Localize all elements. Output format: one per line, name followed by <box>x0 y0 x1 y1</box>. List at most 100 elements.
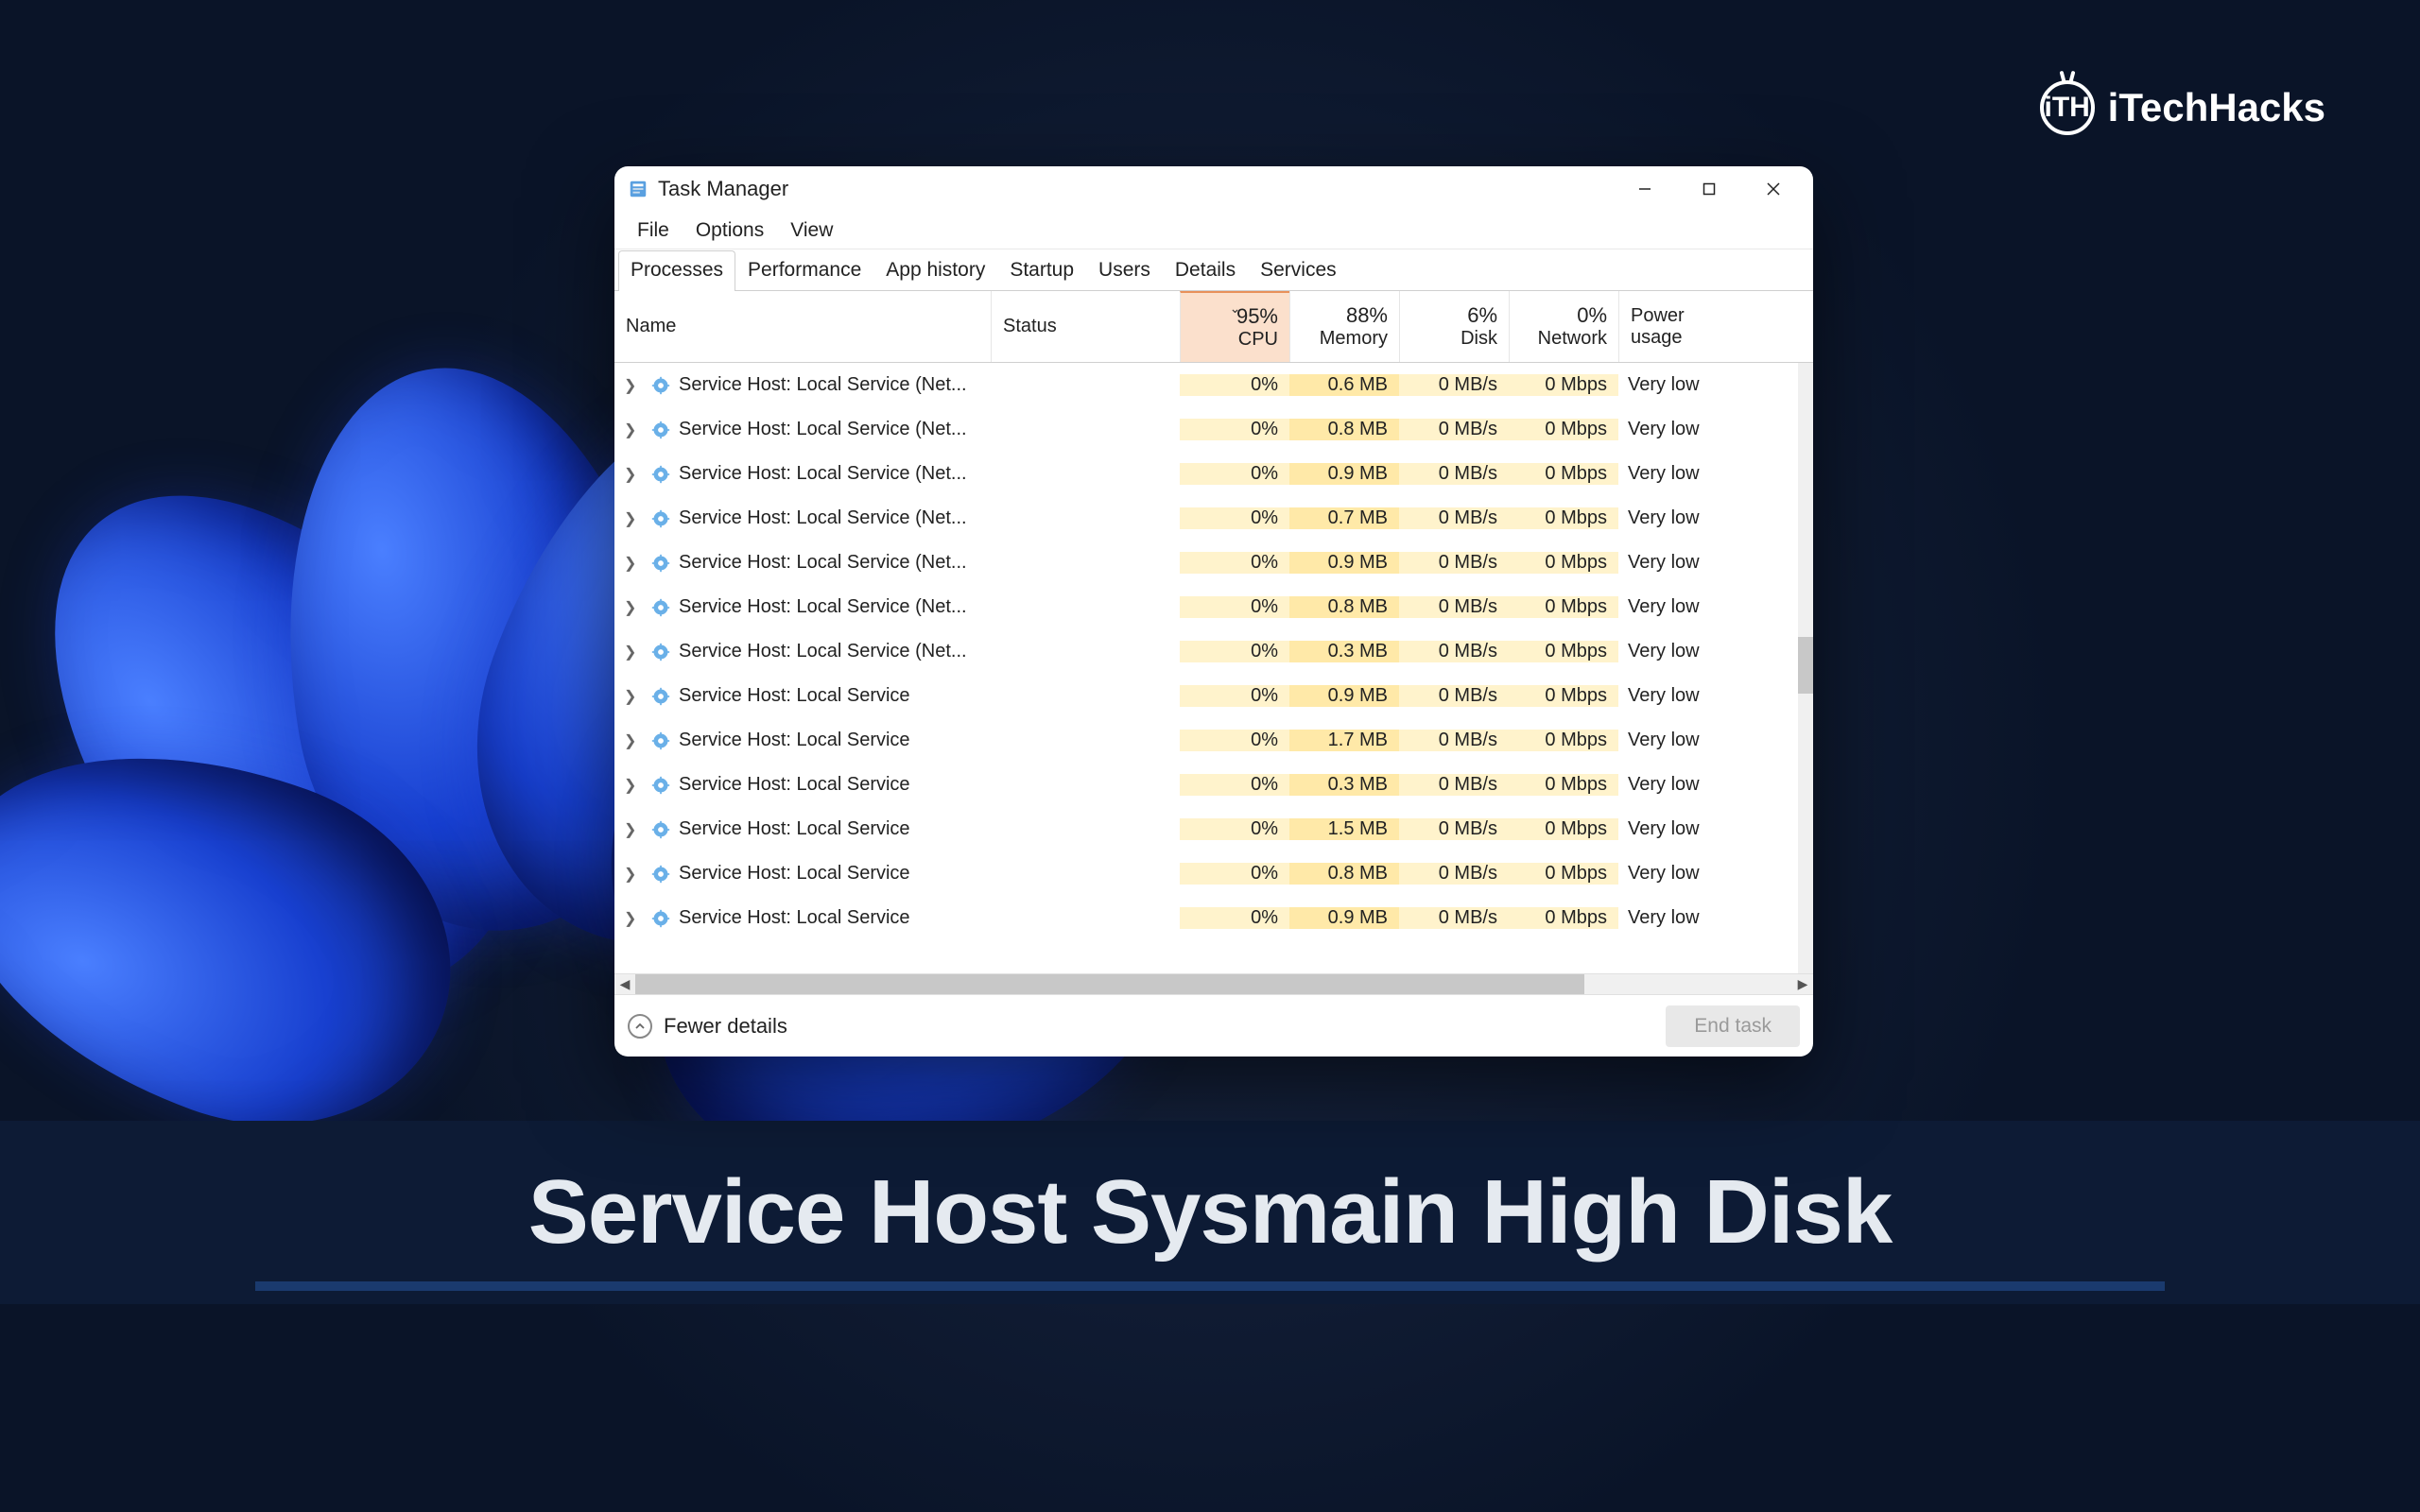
tab-details[interactable]: Details <box>1163 250 1248 291</box>
table-row[interactable]: ❯Service Host: Local Service (Net...0%0.… <box>614 496 1813 541</box>
tab-startup[interactable]: Startup <box>997 250 1086 291</box>
cell-network: 0 Mbps <box>1509 907 1618 929</box>
cell-memory: 0.8 MB <box>1289 863 1399 885</box>
cell-disk: 0 MB/s <box>1399 552 1509 574</box>
window-title: Task Manager <box>658 177 788 201</box>
table-row[interactable]: ❯Service Host: Local Service (Net...0%0.… <box>614 541 1813 585</box>
caption-bar: Service Host Sysmain High Disk <box>0 1121 2420 1304</box>
cell-network: 0 Mbps <box>1509 419 1618 440</box>
menu-options[interactable]: Options <box>683 214 777 248</box>
table-row[interactable]: ❯Service Host: Local Service (Net...0%0.… <box>614 407 1813 452</box>
cell-cpu: 0% <box>1180 818 1289 840</box>
cell-memory: 0.9 MB <box>1289 463 1399 485</box>
cell-disk: 0 MB/s <box>1399 463 1509 485</box>
cell-cpu: 0% <box>1180 685 1289 707</box>
gear-icon <box>650 730 671 751</box>
expand-icon[interactable]: ❯ <box>624 376 643 395</box>
cell-memory: 0.8 MB <box>1289 596 1399 618</box>
minimize-button[interactable] <box>1613 170 1677 208</box>
col-name[interactable]: Name <box>614 291 991 362</box>
vertical-scrollbar[interactable] <box>1798 363 1813 973</box>
cell-power: Very low <box>1618 374 1741 396</box>
tab-performance[interactable]: Performance <box>735 250 873 291</box>
gear-icon <box>650 819 671 840</box>
tab-users[interactable]: Users <box>1086 250 1163 291</box>
table-row[interactable]: ❯Service Host: Local Service (Net...0%0.… <box>614 585 1813 629</box>
col-power[interactable]: Power usage <box>1618 291 1741 362</box>
scrollbar-thumb[interactable] <box>1798 637 1813 694</box>
expand-icon[interactable]: ❯ <box>624 598 643 617</box>
expand-icon[interactable]: ❯ <box>624 909 643 928</box>
cell-cpu: 0% <box>1180 463 1289 485</box>
app-icon <box>628 179 648 199</box>
col-disk[interactable]: 6% Disk <box>1399 291 1509 362</box>
scroll-left-icon[interactable]: ◀ <box>614 976 635 992</box>
menu-view[interactable]: View <box>777 214 846 248</box>
expand-icon[interactable]: ❯ <box>624 421 643 439</box>
expand-icon[interactable]: ❯ <box>624 776 643 795</box>
cell-cpu: 0% <box>1180 907 1289 929</box>
tab-processes[interactable]: Processes <box>618 250 735 291</box>
table-row[interactable]: ❯Service Host: Local Service0%0.3 MB0 MB… <box>614 763 1813 807</box>
sort-indicator-icon: ⌄ <box>1230 301 1241 317</box>
col-status[interactable]: Status <box>991 291 1180 362</box>
table-row[interactable]: ❯Service Host: Local Service (Net...0%0.… <box>614 363 1813 407</box>
process-name: Service Host: Local Service (Net... <box>679 552 967 574</box>
gear-icon <box>650 420 671 440</box>
expand-icon[interactable]: ❯ <box>624 509 643 528</box>
end-task-button[interactable]: End task <box>1666 1005 1800 1047</box>
tab-services[interactable]: Services <box>1248 250 1349 291</box>
cell-network: 0 Mbps <box>1509 685 1618 707</box>
titlebar[interactable]: Task Manager <box>614 166 1813 212</box>
table-row[interactable]: ❯Service Host: Local Service0%1.7 MB0 MB… <box>614 718 1813 763</box>
tab-app-history[interactable]: App history <box>873 250 997 291</box>
horizontal-scrollbar[interactable]: ◀ ▶ <box>614 973 1813 994</box>
col-network[interactable]: 0% Network <box>1509 291 1618 362</box>
maximize-button[interactable] <box>1677 170 1741 208</box>
table-row[interactable]: ❯Service Host: Local Service0%0.9 MB0 MB… <box>614 674 1813 718</box>
caption-underline <box>255 1281 2165 1291</box>
col-cpu[interactable]: ⌄ 95% CPU <box>1180 291 1289 362</box>
expand-icon[interactable]: ❯ <box>624 554 643 573</box>
expand-icon[interactable]: ❯ <box>624 820 643 839</box>
window-footer: Fewer details End task <box>614 994 1813 1057</box>
cell-cpu: 0% <box>1180 596 1289 618</box>
cell-network: 0 Mbps <box>1509 596 1618 618</box>
process-name: Service Host: Local Service <box>679 907 910 929</box>
cell-network: 0 Mbps <box>1509 507 1618 529</box>
scrollbar-thumb[interactable] <box>635 974 1584 994</box>
expand-icon[interactable]: ❯ <box>624 731 643 750</box>
cell-network: 0 Mbps <box>1509 730 1618 751</box>
table-row[interactable]: ❯Service Host: Local Service0%0.8 MB0 MB… <box>614 851 1813 896</box>
process-table: Name Status ⌄ 95% CPU 88% Memory 6% Disk… <box>614 291 1813 994</box>
gear-icon <box>650 597 671 618</box>
cell-disk: 0 MB/s <box>1399 863 1509 885</box>
gear-icon <box>650 686 671 707</box>
gear-icon <box>650 642 671 662</box>
expand-icon[interactable]: ❯ <box>624 687 643 706</box>
table-header: Name Status ⌄ 95% CPU 88% Memory 6% Disk… <box>614 291 1813 363</box>
process-name: Service Host: Local Service <box>679 730 910 751</box>
cell-disk: 0 MB/s <box>1399 419 1509 440</box>
fewer-details-button[interactable]: Fewer details <box>628 1014 787 1039</box>
table-row[interactable]: ❯Service Host: Local Service (Net...0%0.… <box>614 629 1813 674</box>
table-row[interactable]: ❯Service Host: Local Service0%0.9 MB0 MB… <box>614 896 1813 940</box>
expand-icon[interactable]: ❯ <box>624 465 643 484</box>
table-row[interactable]: ❯Service Host: Local Service0%1.5 MB0 MB… <box>614 807 1813 851</box>
cell-disk: 0 MB/s <box>1399 730 1509 751</box>
process-name: Service Host: Local Service <box>679 818 910 840</box>
scroll-right-icon[interactable]: ▶ <box>1792 976 1813 992</box>
table-row[interactable]: ❯Service Host: Local Service (Net...0%0.… <box>614 452 1813 496</box>
col-memory[interactable]: 88% Memory <box>1289 291 1399 362</box>
close-button[interactable] <box>1741 170 1806 208</box>
cell-power: Very low <box>1618 463 1741 485</box>
expand-icon[interactable]: ❯ <box>624 643 643 662</box>
menu-file[interactable]: File <box>624 214 683 248</box>
cell-memory: 0.9 MB <box>1289 685 1399 707</box>
cell-power: Very low <box>1618 730 1741 751</box>
expand-icon[interactable]: ❯ <box>624 865 643 884</box>
brand-name: iTechHacks <box>2108 85 2325 130</box>
cell-disk: 0 MB/s <box>1399 641 1509 662</box>
cell-power: Very low <box>1618 774 1741 796</box>
table-body: ❯Service Host: Local Service (Net...0%0.… <box>614 363 1813 973</box>
